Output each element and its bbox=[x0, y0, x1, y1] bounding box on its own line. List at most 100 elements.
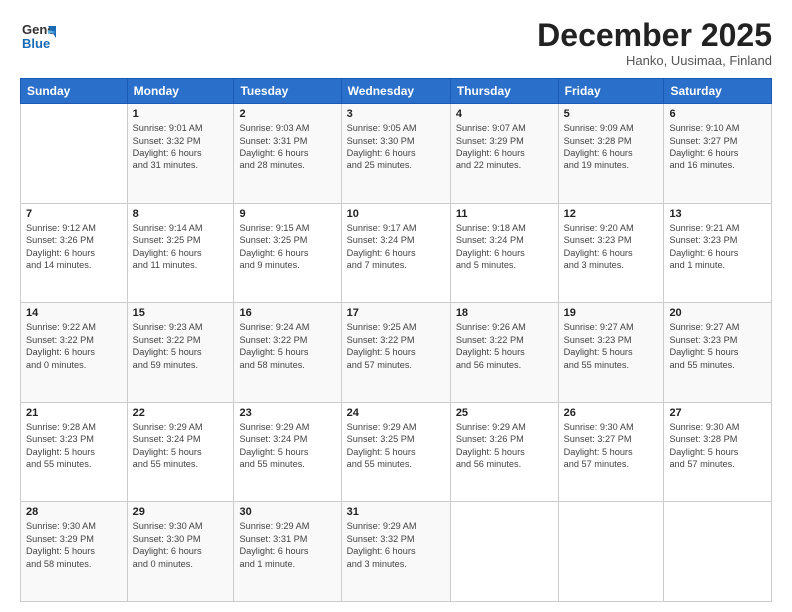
calendar-cell: 22 Sunrise: 9:29 AM Sunset: 3:24 PM Dayli… bbox=[127, 402, 234, 502]
weekday-header: SundayMondayTuesdayWednesdayThursdayFrid… bbox=[21, 79, 772, 104]
day-info: Sunrise: 9:26 AM Sunset: 3:22 PM Dayligh… bbox=[456, 321, 553, 371]
day-number: 21 bbox=[26, 407, 122, 419]
page: General Blue December 2025 Hanko, Uusima… bbox=[0, 0, 792, 612]
day-info: Sunrise: 9:22 AM Sunset: 3:22 PM Dayligh… bbox=[26, 321, 122, 371]
day-number: 25 bbox=[456, 407, 553, 419]
day-number: 28 bbox=[26, 506, 122, 518]
calendar-cell: 13Sunrise: 9:21 AM Sunset: 3:23 PM Dayli… bbox=[664, 203, 772, 303]
day-info: Sunrise: 9:28 AM Sunset: 3:23 PM Dayligh… bbox=[26, 421, 122, 471]
day-number: 26 bbox=[564, 407, 659, 419]
day-number: 1 bbox=[133, 108, 229, 120]
calendar-week-row: 14 Sunrise: 9:22 AM Sunset: 3:22 PM Dayli… bbox=[21, 303, 772, 403]
day-number: 22 bbox=[133, 407, 229, 419]
day-number: 2 bbox=[239, 108, 335, 120]
calendar-cell: 28 Sunrise: 9:30 AM Sunset: 3:29 PM Dayli… bbox=[21, 502, 128, 602]
day-info: Sunrise: 9:12 AM Sunset: 3:26 PM Dayligh… bbox=[26, 222, 122, 272]
weekday-header-cell: Saturday bbox=[664, 79, 772, 104]
calendar-cell: 1Sunrise: 9:01 AM Sunset: 3:32 PM Daylig… bbox=[127, 104, 234, 204]
calendar: SundayMondayTuesdayWednesdayThursdayFrid… bbox=[20, 78, 772, 602]
calendar-week-row: 28 Sunrise: 9:30 AM Sunset: 3:29 PM Dayli… bbox=[21, 502, 772, 602]
calendar-cell bbox=[450, 502, 558, 602]
day-info: Sunrise: 9:29 AM Sunset: 3:25 PM Dayligh… bbox=[347, 421, 445, 471]
day-info: Sunrise: 9:29 AM Sunset: 3:31 PM Dayligh… bbox=[239, 520, 335, 570]
day-info: Sunrise: 9:30 AM Sunset: 3:30 PM Dayligh… bbox=[133, 520, 229, 570]
day-info: Sunrise: 9:30 AM Sunset: 3:28 PM Dayligh… bbox=[669, 421, 766, 471]
day-info: Sunrise: 9:14 AM Sunset: 3:25 PM Dayligh… bbox=[133, 222, 229, 272]
day-info: Sunrise: 9:18 AM Sunset: 3:24 PM Dayligh… bbox=[456, 222, 553, 272]
day-number: 29 bbox=[133, 506, 229, 518]
calendar-cell: 2 Sunrise: 9:03 AM Sunset: 3:31 PM Daylig… bbox=[234, 104, 341, 204]
day-number: 19 bbox=[564, 307, 659, 319]
day-number: 24 bbox=[347, 407, 445, 419]
calendar-cell: 31 Sunrise: 9:29 AM Sunset: 3:32 PM Dayli… bbox=[341, 502, 450, 602]
calendar-cell bbox=[664, 502, 772, 602]
day-info: Sunrise: 9:21 AM Sunset: 3:23 PM Dayligh… bbox=[669, 222, 766, 272]
calendar-cell: 17Sunrise: 9:25 AM Sunset: 3:22 PM Dayli… bbox=[341, 303, 450, 403]
day-info: Sunrise: 9:20 AM Sunset: 3:23 PM Dayligh… bbox=[564, 222, 659, 272]
calendar-cell: 30 Sunrise: 9:29 AM Sunset: 3:31 PM Dayli… bbox=[234, 502, 341, 602]
calendar-cell: 20 Sunrise: 9:27 AM Sunset: 3:23 PM Dayli… bbox=[664, 303, 772, 403]
day-info: Sunrise: 9:15 AM Sunset: 3:25 PM Dayligh… bbox=[239, 222, 335, 272]
day-info: Sunrise: 9:30 AM Sunset: 3:27 PM Dayligh… bbox=[564, 421, 659, 471]
weekday-header-cell: Tuesday bbox=[234, 79, 341, 104]
calendar-cell: 29 Sunrise: 9:30 AM Sunset: 3:30 PM Dayli… bbox=[127, 502, 234, 602]
day-number: 16 bbox=[239, 307, 335, 319]
calendar-cell: 16 Sunrise: 9:24 AM Sunset: 3:22 PM Dayli… bbox=[234, 303, 341, 403]
day-number: 23 bbox=[239, 407, 335, 419]
calendar-cell: 23 Sunrise: 9:29 AM Sunset: 3:24 PM Dayli… bbox=[234, 402, 341, 502]
day-info: Sunrise: 9:09 AM Sunset: 3:28 PM Dayligh… bbox=[564, 122, 659, 172]
calendar-cell bbox=[21, 104, 128, 204]
logo: General Blue bbox=[20, 18, 60, 54]
day-number: 5 bbox=[564, 108, 659, 120]
calendar-cell: 9 Sunrise: 9:15 AM Sunset: 3:25 PM Daylig… bbox=[234, 203, 341, 303]
day-number: 8 bbox=[133, 208, 229, 220]
day-info: Sunrise: 9:23 AM Sunset: 3:22 PM Dayligh… bbox=[133, 321, 229, 371]
day-number: 10 bbox=[347, 208, 445, 220]
day-number: 27 bbox=[669, 407, 766, 419]
title-block: December 2025 Hanko, Uusimaa, Finland bbox=[537, 18, 772, 68]
calendar-cell: 4 Sunrise: 9:07 AM Sunset: 3:29 PM Daylig… bbox=[450, 104, 558, 204]
calendar-cell: 25 Sunrise: 9:29 AM Sunset: 3:26 PM Dayli… bbox=[450, 402, 558, 502]
day-number: 7 bbox=[26, 208, 122, 220]
day-number: 31 bbox=[347, 506, 445, 518]
day-info: Sunrise: 9:07 AM Sunset: 3:29 PM Dayligh… bbox=[456, 122, 553, 172]
day-number: 6 bbox=[669, 108, 766, 120]
calendar-cell: 11Sunrise: 9:18 AM Sunset: 3:24 PM Dayli… bbox=[450, 203, 558, 303]
day-info: Sunrise: 9:27 AM Sunset: 3:23 PM Dayligh… bbox=[669, 321, 766, 371]
calendar-cell: 15 Sunrise: 9:23 AM Sunset: 3:22 PM Dayli… bbox=[127, 303, 234, 403]
day-number: 14 bbox=[26, 307, 122, 319]
subtitle: Hanko, Uusimaa, Finland bbox=[537, 53, 772, 68]
weekday-header-cell: Monday bbox=[127, 79, 234, 104]
day-info: Sunrise: 9:10 AM Sunset: 3:27 PM Dayligh… bbox=[669, 122, 766, 172]
weekday-header-cell: Wednesday bbox=[341, 79, 450, 104]
day-info: Sunrise: 9:29 AM Sunset: 3:24 PM Dayligh… bbox=[133, 421, 229, 471]
day-number: 30 bbox=[239, 506, 335, 518]
calendar-cell: 3Sunrise: 9:05 AM Sunset: 3:30 PM Daylig… bbox=[341, 104, 450, 204]
day-info: Sunrise: 9:03 AM Sunset: 3:31 PM Dayligh… bbox=[239, 122, 335, 172]
weekday-header-cell: Sunday bbox=[21, 79, 128, 104]
calendar-week-row: 21 Sunrise: 9:28 AM Sunset: 3:23 PM Dayli… bbox=[21, 402, 772, 502]
calendar-cell bbox=[558, 502, 664, 602]
day-number: 15 bbox=[133, 307, 229, 319]
day-number: 4 bbox=[456, 108, 553, 120]
header: General Blue December 2025 Hanko, Uusima… bbox=[20, 18, 772, 68]
day-info: Sunrise: 9:29 AM Sunset: 3:24 PM Dayligh… bbox=[239, 421, 335, 471]
day-number: 20 bbox=[669, 307, 766, 319]
day-number: 9 bbox=[239, 208, 335, 220]
svg-text:Blue: Blue bbox=[22, 36, 50, 51]
day-info: Sunrise: 9:27 AM Sunset: 3:23 PM Dayligh… bbox=[564, 321, 659, 371]
calendar-cell: 26 Sunrise: 9:30 AM Sunset: 3:27 PM Dayli… bbox=[558, 402, 664, 502]
day-info: Sunrise: 9:29 AM Sunset: 3:26 PM Dayligh… bbox=[456, 421, 553, 471]
calendar-cell: 14 Sunrise: 9:22 AM Sunset: 3:22 PM Dayli… bbox=[21, 303, 128, 403]
calendar-cell: 12Sunrise: 9:20 AM Sunset: 3:23 PM Dayli… bbox=[558, 203, 664, 303]
calendar-cell: 24 Sunrise: 9:29 AM Sunset: 3:25 PM Dayli… bbox=[341, 402, 450, 502]
day-number: 17 bbox=[347, 307, 445, 319]
day-info: Sunrise: 9:17 AM Sunset: 3:24 PM Dayligh… bbox=[347, 222, 445, 272]
logo-icon: General Blue bbox=[20, 18, 56, 54]
calendar-cell: 21 Sunrise: 9:28 AM Sunset: 3:23 PM Dayli… bbox=[21, 402, 128, 502]
day-info: Sunrise: 9:29 AM Sunset: 3:32 PM Dayligh… bbox=[347, 520, 445, 570]
day-number: 18 bbox=[456, 307, 553, 319]
calendar-week-row: 7 Sunrise: 9:12 AM Sunset: 3:26 PM Daylig… bbox=[21, 203, 772, 303]
day-info: Sunrise: 9:24 AM Sunset: 3:22 PM Dayligh… bbox=[239, 321, 335, 371]
day-info: Sunrise: 9:30 AM Sunset: 3:29 PM Dayligh… bbox=[26, 520, 122, 570]
